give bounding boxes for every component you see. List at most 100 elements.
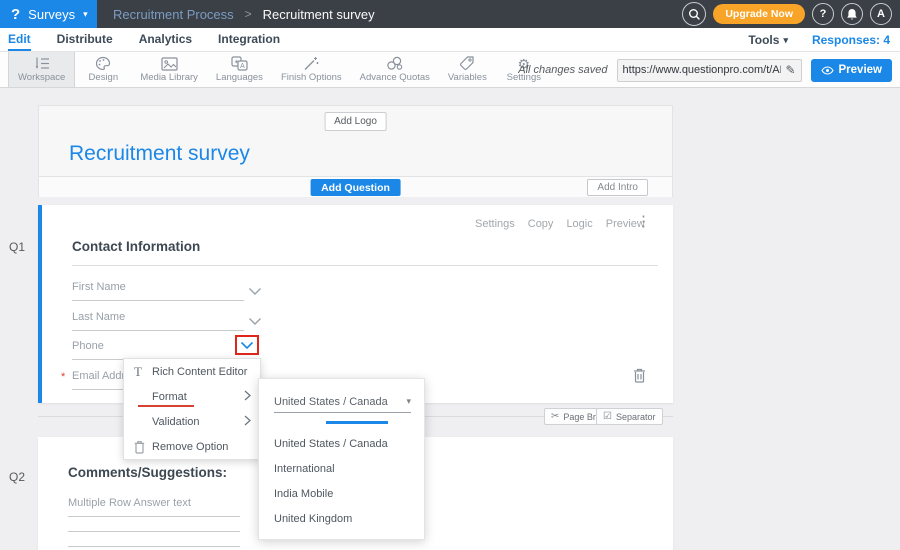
tab-distribute[interactable]: Distribute [57, 28, 113, 51]
survey-url-input[interactable] [623, 64, 782, 76]
q1-logic-link[interactable]: Logic [566, 218, 592, 230]
row-option-context-menu: T Rich Content Editor Format Validation … [123, 358, 261, 460]
add-question-button[interactable]: Add Question [310, 179, 401, 196]
translate-icon: A✶ [231, 56, 248, 71]
chevron-down-icon [248, 317, 262, 326]
menu-item-label: Remove Option [152, 441, 228, 453]
contact-field-first-name[interactable]: First Name [72, 281, 126, 293]
q2-question-title[interactable]: Comments/Suggestions: [68, 465, 227, 480]
topbar-actions: Upgrade Now ? A [682, 0, 892, 28]
edit-url-pencil-icon[interactable]: ✎ [785, 63, 795, 77]
toolbar-item-workspace[interactable]: Workspace [8, 52, 75, 87]
preview-label: Preview [839, 64, 882, 76]
contact-field-last-name[interactable]: Last Name [72, 311, 125, 323]
breadcrumb: Recruitment Process > Recruitment survey [113, 7, 375, 22]
delete-question-trash-icon[interactable] [633, 368, 646, 388]
bell-icon [846, 8, 858, 21]
format-option-us-canada[interactable]: United States / Canada [259, 431, 424, 456]
toolbar-item-label: Media Library [140, 72, 198, 83]
menu-item-label: Validation [152, 416, 200, 428]
tag-icon [459, 56, 475, 71]
toolbar-item-media-library[interactable]: Media Library [131, 52, 207, 87]
toolbar-item-languages[interactable]: A✶ Languages [207, 52, 272, 87]
format-option-international[interactable]: International [259, 456, 424, 481]
last-name-dropdown-chevron[interactable] [248, 313, 262, 331]
account-avatar[interactable]: A [870, 3, 892, 25]
survey-title[interactable]: Recruitment survey [69, 142, 250, 166]
separator-label: Separator [616, 412, 656, 422]
toolbar-item-finish-options[interactable]: Finish Options [272, 52, 351, 87]
contact-field-phone[interactable]: Phone [72, 340, 104, 352]
surveys-product-switcher[interactable]: ? Surveys ▾ [0, 0, 97, 28]
q1-copy-link[interactable]: Copy [528, 218, 554, 230]
q1-action-links: Settings Copy Logic Preview [475, 218, 645, 230]
phone-format-select[interactable]: United States / Canada ▾ [274, 391, 411, 413]
help-icon: ? [820, 8, 827, 20]
responses-link[interactable]: Responses: 4 [812, 33, 890, 47]
first-name-input-line [72, 300, 244, 301]
palette-icon [95, 56, 111, 71]
breadcrumb-separator: > [245, 7, 252, 21]
toolbar-item-label: Workspace [18, 72, 65, 83]
tab-edit[interactable]: Edit [8, 28, 31, 51]
q1-settings-link[interactable]: Settings [475, 218, 515, 230]
menu-item-remove-option[interactable]: Remove Option [124, 434, 260, 459]
toolbar-item-label: Languages [216, 72, 263, 83]
help-button[interactable]: ? [812, 3, 834, 25]
toolbar-item-design[interactable]: Design [75, 52, 131, 87]
tools-menu[interactable]: Tools ▾ [748, 33, 788, 47]
toolbar-items: Workspace Design Media Library A✶ Langua… [8, 52, 552, 87]
format-submenu-panel: United States / Canada ▾ United States /… [258, 378, 425, 540]
q1-more-options-kebab-icon[interactable]: ⋮ [636, 214, 651, 229]
tools-label: Tools [748, 33, 779, 47]
chevron-right-icon [244, 415, 251, 429]
toolbar-item-variables[interactable]: Variables [439, 52, 496, 87]
format-option-united-kingdom[interactable]: United Kingdom [259, 506, 424, 531]
eye-icon [821, 66, 834, 75]
chevron-down-icon: ▾ [83, 10, 88, 19]
chevron-down-icon [240, 341, 254, 350]
rich-text-icon: T [134, 364, 142, 380]
tab-integration[interactable]: Integration [218, 28, 280, 51]
add-question-strip: Add Question Add Intro [39, 176, 672, 197]
chevron-down-icon: ▾ [406, 397, 411, 406]
last-name-input-line [72, 330, 244, 331]
notifications-button[interactable] [841, 3, 863, 25]
add-logo-button[interactable]: Add Logo [324, 112, 387, 131]
add-intro-button[interactable]: Add Intro [587, 179, 648, 196]
search-button[interactable] [682, 2, 706, 26]
survey-url-field: ✎ [617, 59, 802, 82]
chevron-down-icon: ▾ [783, 36, 788, 45]
submenu-accent-bar [326, 421, 388, 424]
upgrade-now-button[interactable]: Upgrade Now [713, 4, 805, 24]
svg-text:A: A [240, 63, 245, 70]
format-option-india-mobile[interactable]: India Mobile [259, 481, 424, 506]
menu-item-validation[interactable]: Validation [124, 409, 260, 434]
breadcrumb-folder-link[interactable]: Recruitment Process [113, 7, 234, 22]
question-number-q1: Q1 [9, 240, 25, 254]
first-name-dropdown-chevron[interactable] [248, 283, 262, 301]
menu-item-rich-content-editor[interactable]: T Rich Content Editor [124, 359, 260, 384]
phone-dropdown-chevron-highlighted[interactable] [235, 335, 259, 355]
tab-analytics[interactable]: Analytics [139, 28, 192, 51]
preview-button[interactable]: Preview [811, 59, 892, 82]
q2-answer-line-1 [68, 516, 240, 517]
breadcrumb-current-survey: Recruitment survey [263, 7, 375, 22]
avatar-initial: A [877, 8, 885, 20]
menu-item-label: Rich Content Editor [152, 366, 247, 378]
magic-wand-icon [303, 56, 319, 71]
q2-answer-line-2 [68, 531, 240, 532]
questionpro-survey-editor: ? Surveys ▾ Recruitment Process > Recrui… [0, 0, 900, 550]
q1-question-title[interactable]: Contact Information [72, 239, 200, 254]
toolbar-item-label: Advance Quotas [360, 72, 430, 83]
separator-button[interactable]: ☑ Separator [596, 408, 663, 425]
nav-right: Tools ▾ Responses: 4 [748, 28, 890, 52]
toolbar-right: All changes saved ✎ Preview [518, 52, 892, 88]
top-bar: ? Surveys ▾ Recruitment Process > Recrui… [0, 0, 900, 28]
autosave-status: All changes saved [518, 64, 607, 76]
required-asterisk: * [61, 371, 65, 383]
toolbar-item-advance-quotas[interactable]: Advance Quotas [351, 52, 439, 87]
survey-nav-bar: Edit Distribute Analytics Integration To… [0, 28, 900, 52]
q2-answer-placeholder[interactable]: Multiple Row Answer text [68, 497, 191, 509]
image-icon [161, 56, 178, 71]
